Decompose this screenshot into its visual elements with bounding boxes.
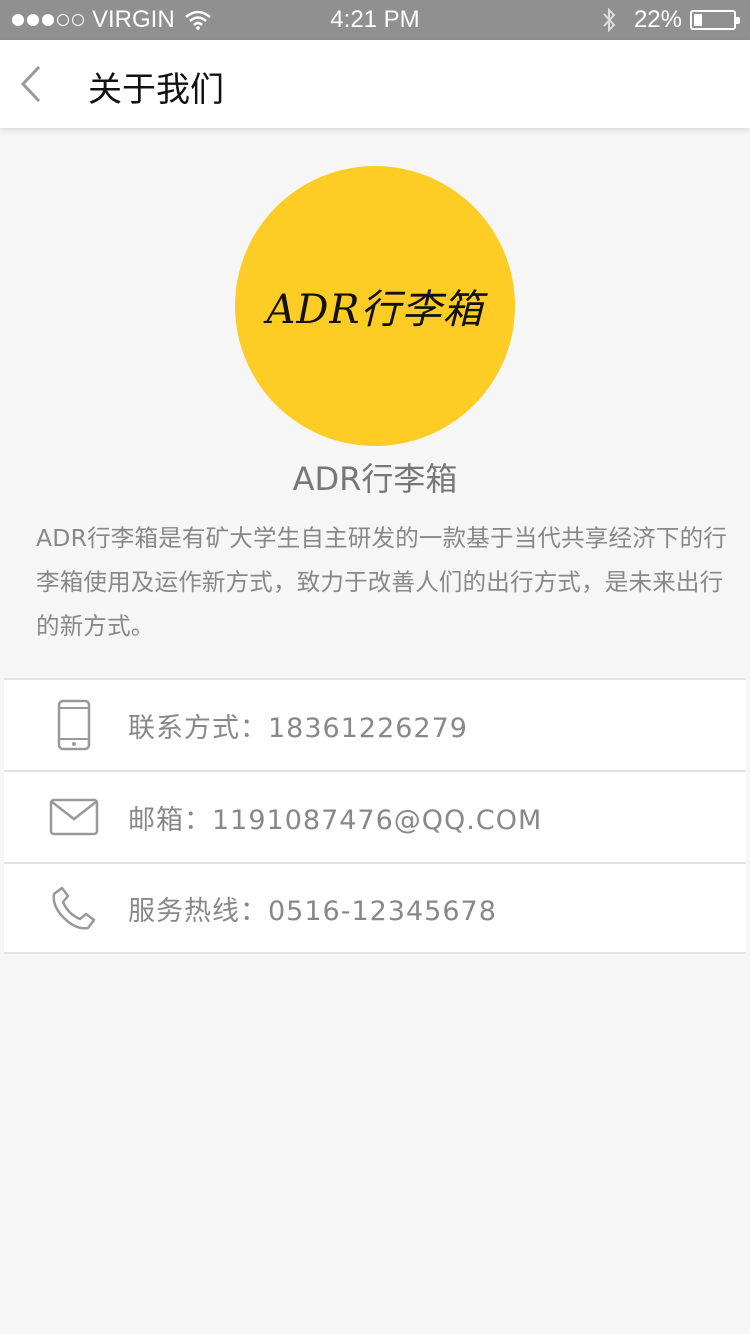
telephone-icon <box>48 882 100 934</box>
contact-row-email[interactable]: 邮箱：1191087476@QQ.COM <box>4 770 746 862</box>
logo-text: ADR行李箱 <box>266 287 484 333</box>
page-title: 关于我们 <box>88 70 224 110</box>
app-logo: ADR行李箱 <box>235 166 515 446</box>
contact-email-label: 邮箱：1191087476@QQ.COM <box>128 804 543 836</box>
status-right: 22% <box>602 6 740 34</box>
battery-icon <box>690 10 740 30</box>
contact-row-hotline[interactable]: 服务热线：0516-12345678 <box>4 862 746 954</box>
mail-icon <box>48 791 100 843</box>
nav-bar: 关于我们 <box>0 40 750 128</box>
app-description: ADR行李箱是有矿大学生自主研发的一款基于当代共享经济下的行李箱使用及运作新方式… <box>36 524 727 640</box>
battery-fill <box>694 14 703 26</box>
contact-list: 联系方式：18361226279 邮箱：1191087476@QQ.COM 服务… <box>4 678 746 954</box>
back-button[interactable] <box>10 60 50 108</box>
phone-icon <box>48 699 100 751</box>
bluetooth-icon <box>603 8 616 32</box>
contact-phone-label: 联系方式：18361226279 <box>128 712 468 744</box>
app-name: ADR行李箱 <box>292 460 458 498</box>
contact-hotline-label: 服务热线：0516-12345678 <box>128 895 497 927</box>
chevron-left-icon <box>20 65 41 103</box>
battery-percent: 22% <box>633 6 682 33</box>
contact-row-phone[interactable]: 联系方式：18361226279 <box>4 678 746 770</box>
status-bar: VIRGIN 4:21 PM 22% <box>0 0 750 40</box>
